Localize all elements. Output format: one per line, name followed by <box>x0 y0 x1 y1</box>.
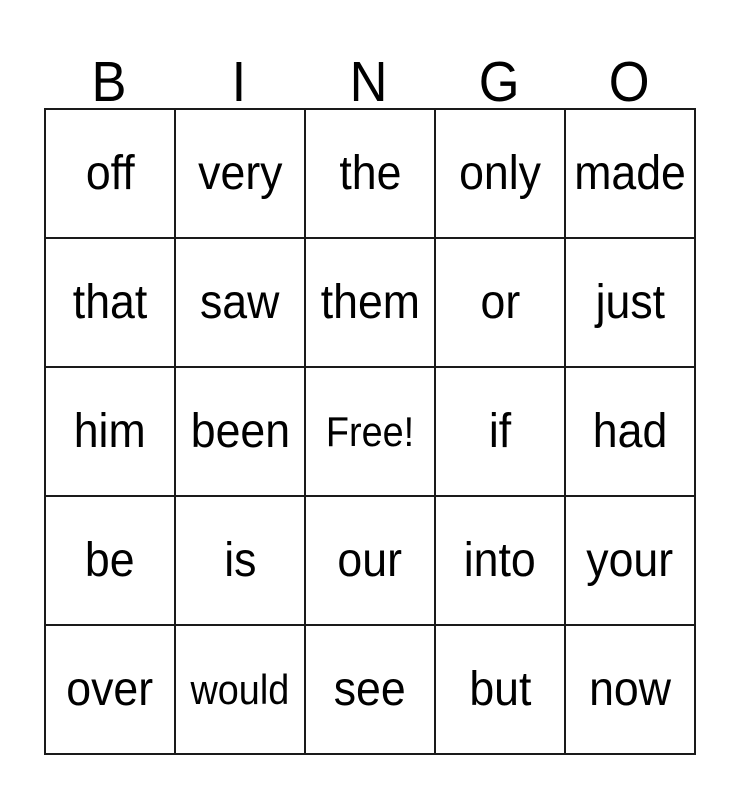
bingo-cell-label: the <box>338 146 402 200</box>
bingo-cell-label: be <box>85 533 135 587</box>
bingo-cell[interactable]: off <box>46 110 176 239</box>
bingo-cell[interactable]: but <box>436 626 566 755</box>
bingo-cell[interactable]: him <box>46 368 176 497</box>
bingo-cell-label: would <box>190 665 290 713</box>
bingo-cell[interactable]: be <box>46 497 176 626</box>
bingo-cell[interactable]: been <box>176 368 306 497</box>
bingo-cell[interactable]: just <box>566 239 696 368</box>
bingo-cell-label: just <box>595 275 665 329</box>
bingo-header-cell-i: I <box>174 30 304 114</box>
bingo-cell[interactable]: if <box>436 368 566 497</box>
bingo-free-space-label: Free! <box>325 407 415 455</box>
bingo-header-letter-o: O <box>608 49 650 114</box>
bingo-cell[interactable]: now <box>566 626 696 755</box>
bingo-cell[interactable]: made <box>566 110 696 239</box>
bingo-cell[interactable]: that <box>46 239 176 368</box>
bingo-cell[interactable]: your <box>566 497 696 626</box>
bingo-cell-free-space[interactable]: Free! <box>306 368 436 497</box>
bingo-cell[interactable]: into <box>436 497 566 626</box>
bingo-cell-label: saw <box>200 275 280 329</box>
bingo-cell[interactable]: the <box>306 110 436 239</box>
bingo-row: be is our into your <box>46 497 696 626</box>
bingo-header-letter-g: G <box>478 49 520 114</box>
bingo-cell[interactable]: over <box>46 626 176 755</box>
bingo-header-cell-n: N <box>304 30 434 114</box>
bingo-cell-label: been <box>190 404 290 458</box>
bingo-cell[interactable]: see <box>306 626 436 755</box>
bingo-header-cell-o: O <box>564 30 694 114</box>
bingo-cell-label: see <box>334 662 406 716</box>
bingo-card: B I N G O off very the only made that sa… <box>44 30 696 755</box>
bingo-cell[interactable]: very <box>176 110 306 239</box>
bingo-grid: off very the only made that saw them or … <box>44 108 696 755</box>
bingo-row: him been Free! if had <box>46 368 696 497</box>
bingo-header-letter-n: N <box>350 49 388 114</box>
bingo-row: that saw them or just <box>46 239 696 368</box>
bingo-header-cell-b: B <box>44 30 174 114</box>
bingo-cell-label: over <box>66 662 154 716</box>
bingo-row: off very the only made <box>46 110 696 239</box>
bingo-cell-label: that <box>72 275 148 329</box>
bingo-cell-label: very <box>197 146 283 200</box>
bingo-cell-label: our <box>337 533 403 587</box>
bingo-cell-label: if <box>488 404 512 458</box>
bingo-header-letter-b: B <box>91 49 127 114</box>
bingo-header-cell-g: G <box>434 30 564 114</box>
bingo-cell-label: is <box>223 533 257 587</box>
bingo-cell-label: had <box>592 404 668 458</box>
bingo-cell-label: into <box>464 533 536 587</box>
bingo-row: over would see but now <box>46 626 696 755</box>
bingo-cell-label: him <box>74 404 146 458</box>
bingo-cell-label: made <box>574 146 686 200</box>
bingo-cell-label: your <box>586 533 674 587</box>
bingo-cell-label: only <box>459 146 541 200</box>
bingo-cell[interactable]: or <box>436 239 566 368</box>
bingo-cell[interactable]: them <box>306 239 436 368</box>
bingo-cell[interactable]: our <box>306 497 436 626</box>
bingo-cell-label: now <box>589 662 671 716</box>
bingo-cell[interactable]: is <box>176 497 306 626</box>
bingo-cell[interactable]: had <box>566 368 696 497</box>
bingo-header-row: B I N G O <box>44 30 694 114</box>
bingo-cell-label: or <box>480 275 520 329</box>
bingo-cell-label: them <box>320 275 420 329</box>
bingo-cell[interactable]: would <box>176 626 306 755</box>
bingo-header-letter-i: I <box>231 49 247 114</box>
bingo-cell-label: but <box>468 662 532 716</box>
bingo-cell[interactable]: only <box>436 110 566 239</box>
bingo-cell-label: off <box>85 146 135 200</box>
bingo-cell[interactable]: saw <box>176 239 306 368</box>
